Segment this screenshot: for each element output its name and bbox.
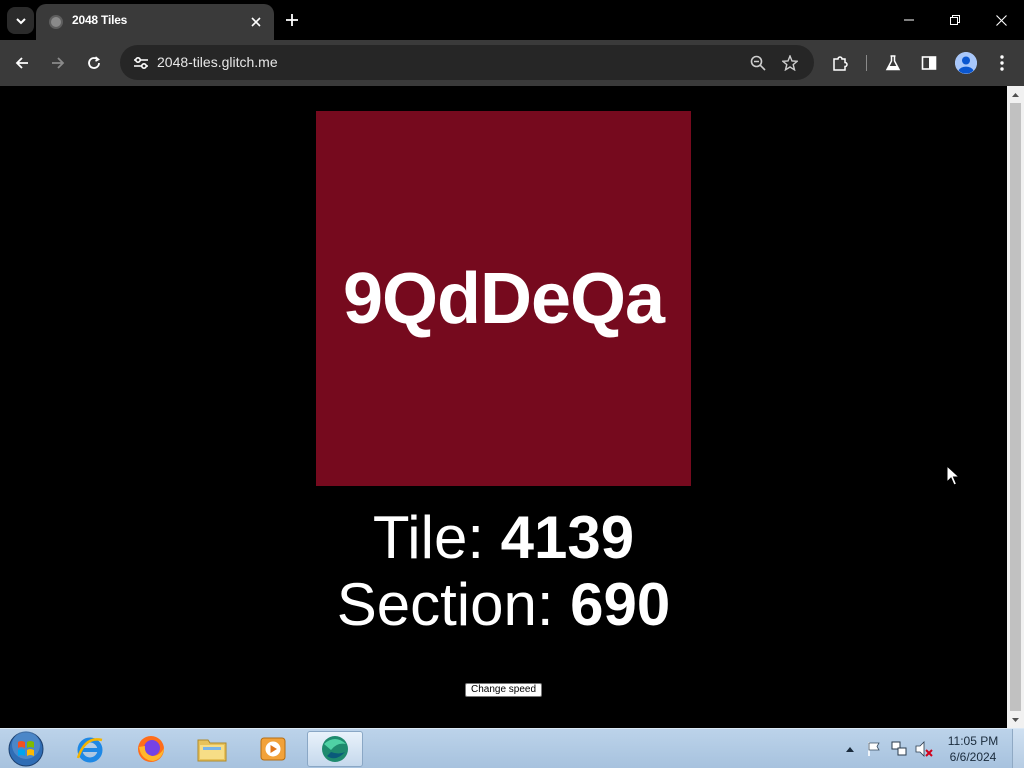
scroll-down-button[interactable] <box>1007 711 1024 728</box>
side-panel-icon <box>921 56 937 70</box>
star-icon <box>782 55 798 71</box>
reload-button[interactable] <box>81 50 107 76</box>
taskbar-media-player[interactable] <box>245 731 301 767</box>
start-button[interactable] <box>6 730 46 768</box>
forward-button[interactable] <box>45 50 71 76</box>
side-panel-button[interactable] <box>916 50 942 76</box>
back-button[interactable] <box>9 50 35 76</box>
tile-box: 9QdDeQa <box>316 111 691 486</box>
reload-icon <box>88 56 100 69</box>
triangle-down-icon <box>1012 717 1019 722</box>
close-icon <box>995 14 1007 26</box>
tab-strip: 2048 Tiles <box>0 0 1024 40</box>
action-center-flag[interactable] <box>864 729 884 768</box>
tab-2048-tiles[interactable]: 2048 Tiles <box>36 4 274 40</box>
clock-date: 6/6/2024 <box>949 750 997 764</box>
taskbar-file-explorer[interactable] <box>184 731 240 767</box>
zoom-button[interactable] <box>745 50 771 76</box>
system-clock[interactable]: 11:05 PM 6/6/2024 <box>940 733 1006 765</box>
puzzle-icon <box>833 56 848 71</box>
taskbar-internet-explorer[interactable] <box>62 731 118 767</box>
tab-title: 2048 Tiles <box>72 13 128 27</box>
scroll-up-button[interactable] <box>1007 86 1024 103</box>
show-desktop-button[interactable] <box>1012 729 1024 768</box>
web-page: 9QdDeQa Tile: 4139 Section: 690 Change s… <box>0 86 1007 728</box>
plus-icon <box>286 14 298 26</box>
scrollbar-thumb[interactable] <box>1010 103 1021 711</box>
labs-button[interactable] <box>880 50 906 76</box>
clock-time: 11:05 PM <box>947 734 999 748</box>
triangle-up-icon <box>1012 92 1019 97</box>
network-icon <box>891 741 907 756</box>
site-info-button[interactable] <box>128 50 154 76</box>
mouse-pointer-icon <box>946 465 960 486</box>
new-tab-button[interactable] <box>281 9 303 31</box>
change-speed-button[interactable]: Change speed <box>465 683 543 697</box>
action-center-flag-icon <box>868 742 880 756</box>
show-hidden-icons-button[interactable] <box>842 729 858 768</box>
firefox-icon <box>138 736 164 762</box>
show-hidden-icons <box>846 746 854 752</box>
browser-toolbar: 2048-tiles.glitch.me <box>0 40 1024 86</box>
page-scrollbar[interactable] <box>1007 86 1024 728</box>
restore-button[interactable] <box>940 6 970 34</box>
tile-label: Tile: <box>372 504 501 571</box>
windows-start-orb-icon <box>8 731 44 767</box>
chevron-down-icon <box>15 17 26 24</box>
windows-taskbar: 11:05 PM 6/6/2024 <box>0 728 1024 768</box>
section-label: Section: <box>336 571 571 638</box>
minimize-button[interactable] <box>894 6 924 34</box>
file-explorer-icon <box>197 739 227 762</box>
taskbar-firefox[interactable] <box>123 731 179 767</box>
close-window-button[interactable] <box>986 6 1016 34</box>
kebab-menu-icon <box>1000 55 1004 71</box>
address-bar[interactable]: 2048-tiles.glitch.me <box>120 45 814 80</box>
browser-menu-button[interactable] <box>989 50 1015 76</box>
globe-icon <box>49 15 63 29</box>
section-counter: Section: 690 <box>0 570 1007 640</box>
network-status[interactable] <box>888 729 910 768</box>
toolbar-divider <box>866 55 867 71</box>
tab-search-button[interactable] <box>7 7 34 34</box>
tile-number: 4139 <box>500 504 635 571</box>
browser-app-icon <box>322 736 348 762</box>
extensions-button[interactable] <box>827 50 853 76</box>
volume-control[interactable] <box>913 729 935 768</box>
avatar-icon <box>955 52 977 74</box>
volume-muted-icon <box>915 741 933 757</box>
tab-close-button[interactable] <box>246 12 266 32</box>
zoom-icon <box>750 55 766 71</box>
flask-icon <box>885 55 901 71</box>
media-player-icon <box>260 737 286 761</box>
tune-icon <box>134 56 148 70</box>
close-icon <box>251 17 261 27</box>
url-text: 2048-tiles.glitch.me <box>157 54 278 70</box>
tile-code: 9QdDeQa <box>342 258 665 339</box>
arrow-right-icon <box>52 57 65 69</box>
tile-counter: Tile: 4139 <box>0 503 1007 573</box>
arrow-left-icon <box>15 57 28 69</box>
taskbar-browser[interactable] <box>307 731 363 767</box>
section-number: 690 <box>570 571 671 638</box>
restore-icon <box>950 15 960 25</box>
profile-avatar[interactable] <box>955 52 977 74</box>
internet-explorer-icon <box>76 737 103 763</box>
minimize-icon <box>904 19 914 21</box>
bookmark-button[interactable] <box>777 50 803 76</box>
